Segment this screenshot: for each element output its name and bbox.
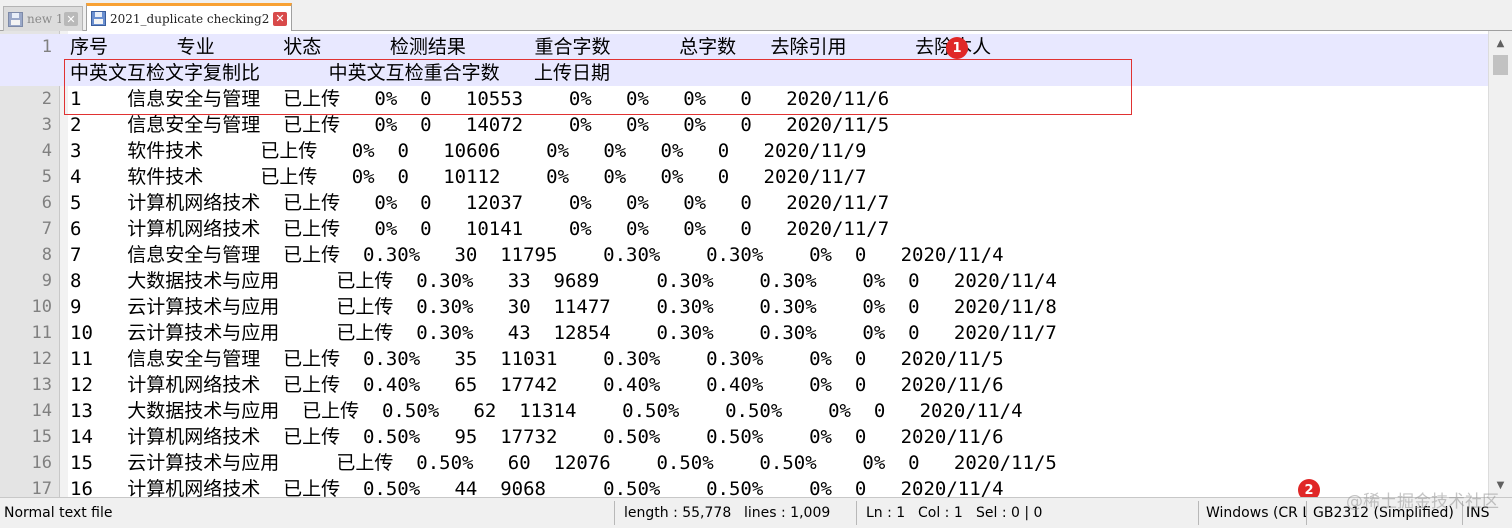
scrollbar-thumb[interactable] (1493, 55, 1508, 75)
status-ln: Ln : 1 (866, 505, 906, 521)
annotation-badge-1: 1 (946, 37, 968, 59)
line-text[interactable]: 15 云计算技术与应用 已上传 0.50% 60 12076 0.50% 0.5… (70, 450, 1057, 476)
line-number: 1 (41, 37, 52, 57)
line-text[interactable]: 5 计算机网络技术 已上传 0% 0 12037 0% 0% 0% 0 2020… (70, 190, 889, 216)
line-number: 6 (41, 193, 52, 213)
watermark: @稀土掘金技术社区 (1346, 492, 1499, 512)
save-icon (8, 11, 23, 27)
line-number: 7 (41, 219, 52, 239)
editor-line[interactable]: 15 14 计算机网络技术 已上传 0.50% 95 17732 0.50% 0… (0, 424, 1488, 450)
editor-line[interactable]: 10 9 云计算技术与应用 已上传 0.30% 30 11477 0.30% 0… (0, 294, 1488, 320)
line-text[interactable]: 4 软件技术 已上传 0% 0 10112 0% 0% 0% 0 2020/11… (70, 164, 866, 190)
line-text[interactable]: 序号 专业 状态 检测结果 重合字数 总字数 去除引用 去除本人 (70, 34, 991, 60)
editor-line[interactable]: 7 6 计算机网络技术 已上传 0% 0 10141 0% 0% 0% 0 20… (0, 216, 1488, 242)
status-lines: lines : 1,009 (744, 505, 831, 521)
editor-line[interactable]: 16 15 云计算技术与应用 已上传 0.50% 60 12076 0.50% … (0, 450, 1488, 476)
editor-line[interactable]: 1 序号 专业 状态 检测结果 重合字数 总字数 去除引用 去除本人 (0, 34, 1488, 60)
editor-line-wrapped[interactable]: 中英文互检文字复制比 中英文互检重合字数 上传日期 (0, 60, 1488, 86)
editor-line[interactable]: 9 8 大数据技术与应用 已上传 0.30% 33 9689 0.30% 0.3… (0, 268, 1488, 294)
line-number: 17 (31, 479, 52, 497)
line-text[interactable]: 6 计算机网络技术 已上传 0% 0 10141 0% 0% 0% 0 2020… (70, 216, 889, 242)
status-length: length : 55,778 (624, 505, 732, 521)
status-eol[interactable]: Windows (CR LF) (1206, 498, 1306, 528)
editor-line[interactable]: 17 16 计算机网络技术 已上传 0.50% 44 9068 0.50% 0.… (0, 476, 1488, 497)
line-number: 4 (41, 141, 52, 161)
line-text[interactable]: 9 云计算技术与应用 已上传 0.30% 30 11477 0.30% 0.30… (70, 294, 1057, 320)
editor-line[interactable]: 4 3 软件技术 已上传 0% 0 10606 0% 0% 0% 0 2020/… (0, 138, 1488, 164)
vertical-scrollbar[interactable]: ▲ ▼ (1488, 31, 1512, 497)
line-text[interactable]: 7 信息安全与管理 已上传 0.30% 30 11795 0.30% 0.30%… (70, 242, 1004, 268)
line-text[interactable]: 14 计算机网络技术 已上传 0.50% 95 17732 0.50% 0.50… (70, 424, 1004, 450)
line-number: 5 (41, 167, 52, 187)
status-separator (1306, 501, 1307, 525)
save-icon (91, 11, 106, 26)
line-number: 10 (31, 297, 52, 317)
tab-label: new 1 (27, 12, 61, 26)
editor-line[interactable]: 14 13 大数据技术与应用 已上传 0.50% 62 11314 0.50% … (0, 398, 1488, 424)
editor-line[interactable]: 8 7 信息安全与管理 已上传 0.30% 30 11795 0.30% 0.3… (0, 242, 1488, 268)
status-col: Col : 1 (918, 505, 963, 521)
editor-line[interactable]: 12 11 信息安全与管理 已上传 0.30% 35 11031 0.30% 0… (0, 346, 1488, 372)
editor-line[interactable]: 5 4 软件技术 已上传 0% 0 10112 0% 0% 0% 0 2020/… (0, 164, 1488, 190)
line-text[interactable]: 11 信息安全与管理 已上传 0.30% 35 11031 0.30% 0.30… (70, 346, 1004, 372)
line-number: 3 (41, 115, 52, 135)
line-number: 11 (31, 323, 52, 343)
line-number: 8 (41, 245, 52, 265)
tab-new-1[interactable]: new 1 ✕ (3, 6, 83, 31)
editor-line[interactable]: 11 10 云计算技术与应用 已上传 0.30% 43 12854 0.30% … (0, 320, 1488, 346)
tab-label: 2021_duplicate checking2.txt (110, 11, 270, 26)
status-bar: Normal text file length : 55,778 lines :… (0, 497, 1512, 528)
line-number: 15 (31, 427, 52, 447)
line-text[interactable]: 16 计算机网络技术 已上传 0.50% 44 9068 0.50% 0.50%… (70, 476, 1004, 497)
status-separator (1198, 501, 1199, 525)
line-number: 16 (31, 453, 52, 473)
line-text[interactable]: 3 软件技术 已上传 0% 0 10606 0% 0% 0% 0 2020/11… (70, 138, 866, 164)
editor-line[interactable]: 2 1 信息安全与管理 已上传 0% 0 10553 0% 0% 0% 0 20… (0, 86, 1488, 112)
tab-duplicate-checking[interactable]: 2021_duplicate checking2.txt ✕ (86, 3, 292, 31)
line-text[interactable]: 8 大数据技术与应用 已上传 0.30% 33 9689 0.30% 0.30%… (70, 268, 1057, 294)
line-number: 12 (31, 349, 52, 369)
status-separator (614, 501, 615, 525)
line-number: 9 (41, 271, 52, 291)
line-number: 2 (41, 89, 52, 109)
tab-bar: new 1 ✕ 2021_duplicate checking2.txt ✕ (0, 0, 1512, 31)
editor-line[interactable]: 6 5 计算机网络技术 已上传 0% 0 12037 0% 0% 0% 0 20… (0, 190, 1488, 216)
line-text[interactable]: 12 计算机网络技术 已上传 0.40% 65 17742 0.40% 0.40… (70, 372, 1004, 398)
status-file-type: Normal text file (4, 505, 113, 521)
line-text[interactable]: 10 云计算技术与应用 已上传 0.30% 43 12854 0.30% 0.3… (70, 320, 1057, 346)
line-text[interactable]: 中英文互检文字复制比 中英文互检重合字数 上传日期 (70, 60, 610, 86)
close-icon[interactable]: ✕ (64, 12, 78, 26)
status-separator (856, 501, 857, 525)
line-text[interactable]: 13 大数据技术与应用 已上传 0.50% 62 11314 0.50% 0.5… (70, 398, 1023, 424)
line-text[interactable]: 2 信息安全与管理 已上传 0% 0 14072 0% 0% 0% 0 2020… (70, 112, 889, 138)
line-number: 14 (31, 401, 52, 421)
status-sel: Sel : 0 | 0 (976, 505, 1043, 521)
editor-line[interactable]: 13 12 计算机网络技术 已上传 0.40% 65 17742 0.40% 0… (0, 372, 1488, 398)
text-editor[interactable]: 1 序号 专业 状态 检测结果 重合字数 总字数 去除引用 去除本人 中英文互检… (0, 31, 1512, 497)
line-text[interactable]: 1 信息安全与管理 已上传 0% 0 10553 0% 0% 0% 0 2020… (70, 86, 889, 112)
editor-line[interactable]: 3 2 信息安全与管理 已上传 0% 0 14072 0% 0% 0% 0 20… (0, 112, 1488, 138)
close-icon[interactable]: ✕ (273, 11, 287, 26)
scroll-up-arrow-icon[interactable]: ▲ (1489, 33, 1512, 53)
line-number: 13 (31, 375, 52, 395)
